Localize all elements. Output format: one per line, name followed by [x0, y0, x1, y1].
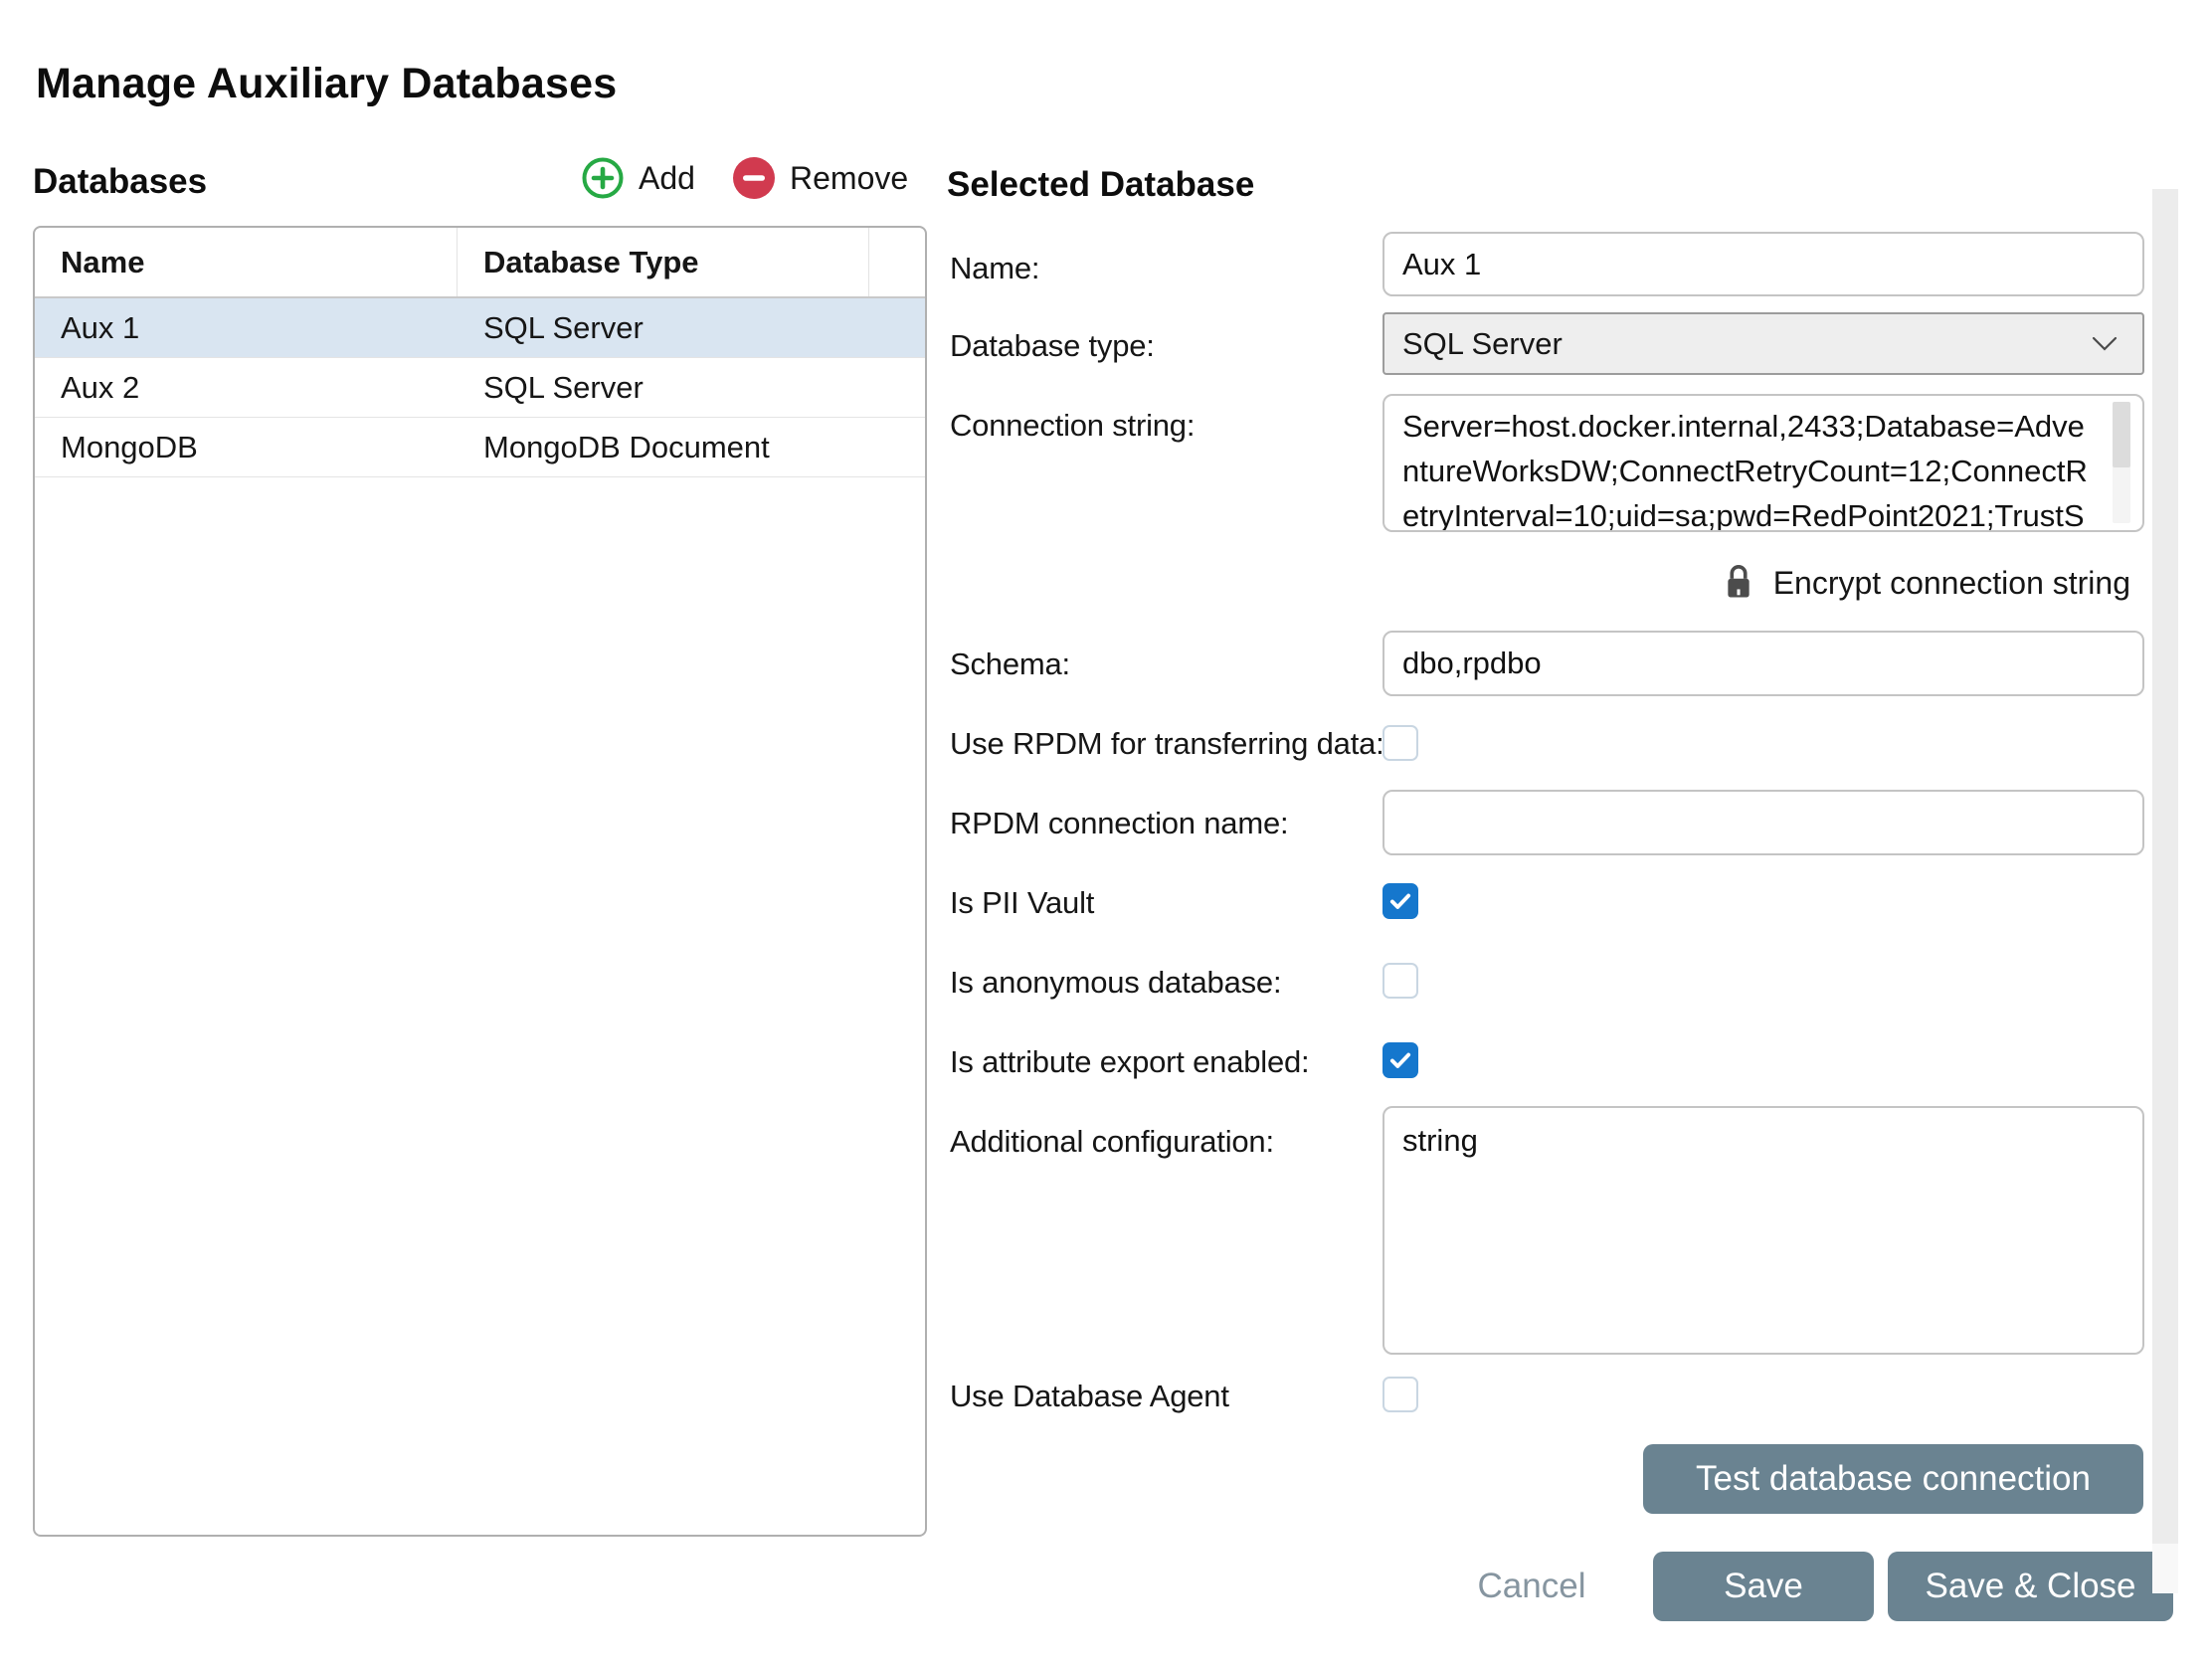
name-input[interactable]	[1382, 232, 2144, 296]
cell-database-type: SQL Server	[458, 298, 869, 357]
database-type-label: Database type:	[950, 328, 1155, 364]
encrypt-connection-string-button[interactable]: Encrypt connection string	[1382, 559, 2130, 607]
is-anonymous-database-label: Is anonymous database:	[950, 965, 1281, 1001]
connection-string-field	[1382, 394, 2144, 532]
save-button[interactable]: Save	[1653, 1552, 1874, 1621]
lock-icon	[1722, 562, 1755, 604]
table-row[interactable]: MongoDBMongoDB Document	[35, 418, 925, 477]
cell-spacer	[869, 358, 925, 417]
table-row[interactable]: Aux 1SQL Server	[35, 298, 925, 358]
use-rpdm-label: Use RPDM for transferring data:	[950, 726, 1384, 762]
databases-heading: Databases	[33, 162, 207, 202]
schema-input[interactable]	[1382, 631, 2144, 696]
cell-database-name: MongoDB	[35, 418, 458, 476]
test-database-connection-button[interactable]: Test database connection	[1643, 1444, 2143, 1514]
name-label: Name:	[950, 251, 1039, 286]
additional-configuration-label: Additional configuration:	[950, 1124, 1274, 1160]
remove-button-label: Remove	[790, 160, 908, 197]
database-type-value: SQL Server	[1402, 326, 1563, 362]
column-header-spacer	[869, 228, 925, 296]
additional-configuration-textarea[interactable]	[1382, 1106, 2144, 1355]
use-database-agent-label: Use Database Agent	[950, 1379, 1229, 1414]
is-pii-vault-label: Is PII Vault	[950, 885, 1094, 921]
database-table-body: Aux 1SQL ServerAux 2SQL ServerMongoDBMon…	[35, 298, 925, 477]
is-anonymous-database-checkbox[interactable]	[1382, 963, 1418, 999]
column-header-name[interactable]: Name	[35, 228, 458, 296]
cell-database-type: MongoDB Document	[458, 418, 869, 476]
is-attribute-export-enabled-label: Is attribute export enabled:	[950, 1044, 1309, 1080]
add-icon	[582, 157, 624, 199]
cell-spacer	[869, 298, 925, 357]
add-database-button[interactable]: Add	[582, 157, 695, 199]
save-and-close-button[interactable]: Save & Close	[1888, 1552, 2173, 1621]
is-attribute-export-enabled-checkbox[interactable]	[1382, 1042, 1418, 1078]
page-title: Manage Auxiliary Databases	[36, 60, 617, 108]
connection-string-scrollbar[interactable]	[2113, 402, 2130, 523]
cell-database-type: SQL Server	[458, 358, 869, 417]
connection-string-textarea[interactable]	[1382, 394, 2144, 532]
rpdm-connection-name-label: RPDM connection name:	[950, 806, 1288, 841]
is-pii-vault-checkbox[interactable]	[1382, 883, 1418, 919]
databases-table: Name Database Type Aux 1SQL ServerAux 2S…	[33, 226, 927, 1537]
use-rpdm-checkbox[interactable]	[1382, 725, 1418, 761]
cell-database-name: Aux 1	[35, 298, 458, 357]
encrypt-connection-string-label: Encrypt connection string	[1773, 565, 2130, 602]
cancel-button[interactable]: Cancel	[1452, 1552, 1611, 1621]
cell-database-name: Aux 2	[35, 358, 458, 417]
panel-scrollbar[interactable]	[2152, 189, 2178, 1544]
rpdm-connection-name-input[interactable]	[1382, 790, 2144, 855]
schema-label: Schema:	[950, 647, 1070, 682]
add-button-label: Add	[639, 160, 695, 197]
chevron-down-icon	[2091, 335, 2119, 353]
databases-table-header: Name Database Type	[35, 228, 925, 298]
additional-configuration-field	[1382, 1106, 2144, 1355]
cell-spacer	[869, 418, 925, 476]
use-database-agent-checkbox[interactable]	[1382, 1377, 1418, 1412]
database-type-select[interactable]: SQL Server	[1382, 312, 2144, 375]
selected-database-heading: Selected Database	[947, 165, 1254, 205]
column-header-database-type[interactable]: Database Type	[458, 228, 869, 296]
remove-database-button[interactable]: Remove	[733, 157, 908, 199]
table-row[interactable]: Aux 2SQL Server	[35, 358, 925, 418]
panel-scrollbar-track[interactable]	[2152, 1544, 2178, 1593]
remove-icon	[733, 157, 775, 199]
connection-string-label: Connection string:	[950, 408, 1195, 444]
